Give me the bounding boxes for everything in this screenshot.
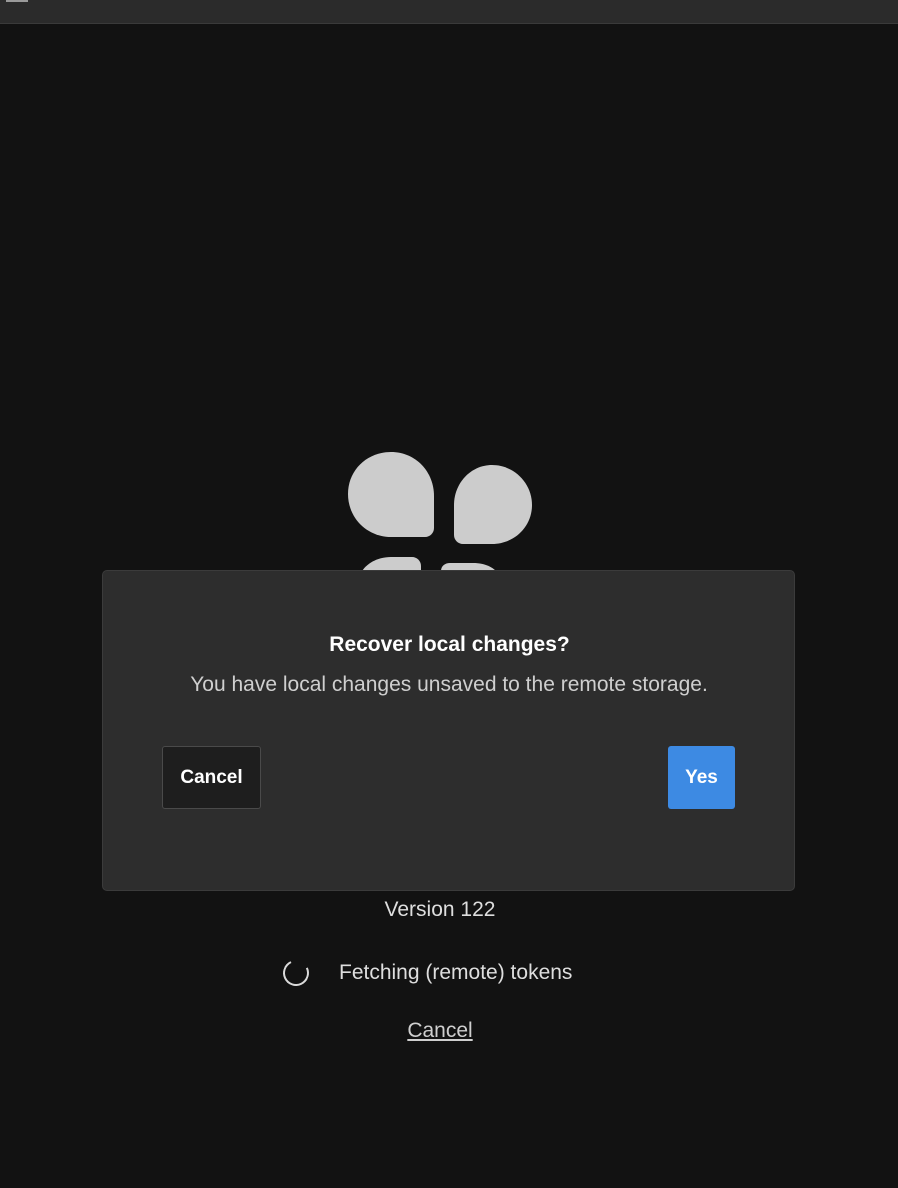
recover-changes-dialog: Recover local changes? [102, 570, 795, 891]
status-text: Fetching (remote) tokens [339, 961, 573, 984]
cancel-button[interactable]: Cancel [162, 746, 261, 809]
version-label: Version 122 [384, 898, 496, 921]
spinner-icon [279, 956, 313, 990]
cancel-loading-link[interactable]: Cancel [0, 1019, 880, 1043]
dialog-message: You have local changes unsaved to the re… [190, 673, 708, 696]
menu-icon[interactable] [6, 0, 28, 2]
yes-button[interactable]: Yes [668, 746, 735, 809]
loading-status: Fetching (remote) tokens [279, 956, 573, 990]
dialog-title: Recover local changes? [329, 633, 570, 656]
window-top-bar [0, 0, 898, 24]
